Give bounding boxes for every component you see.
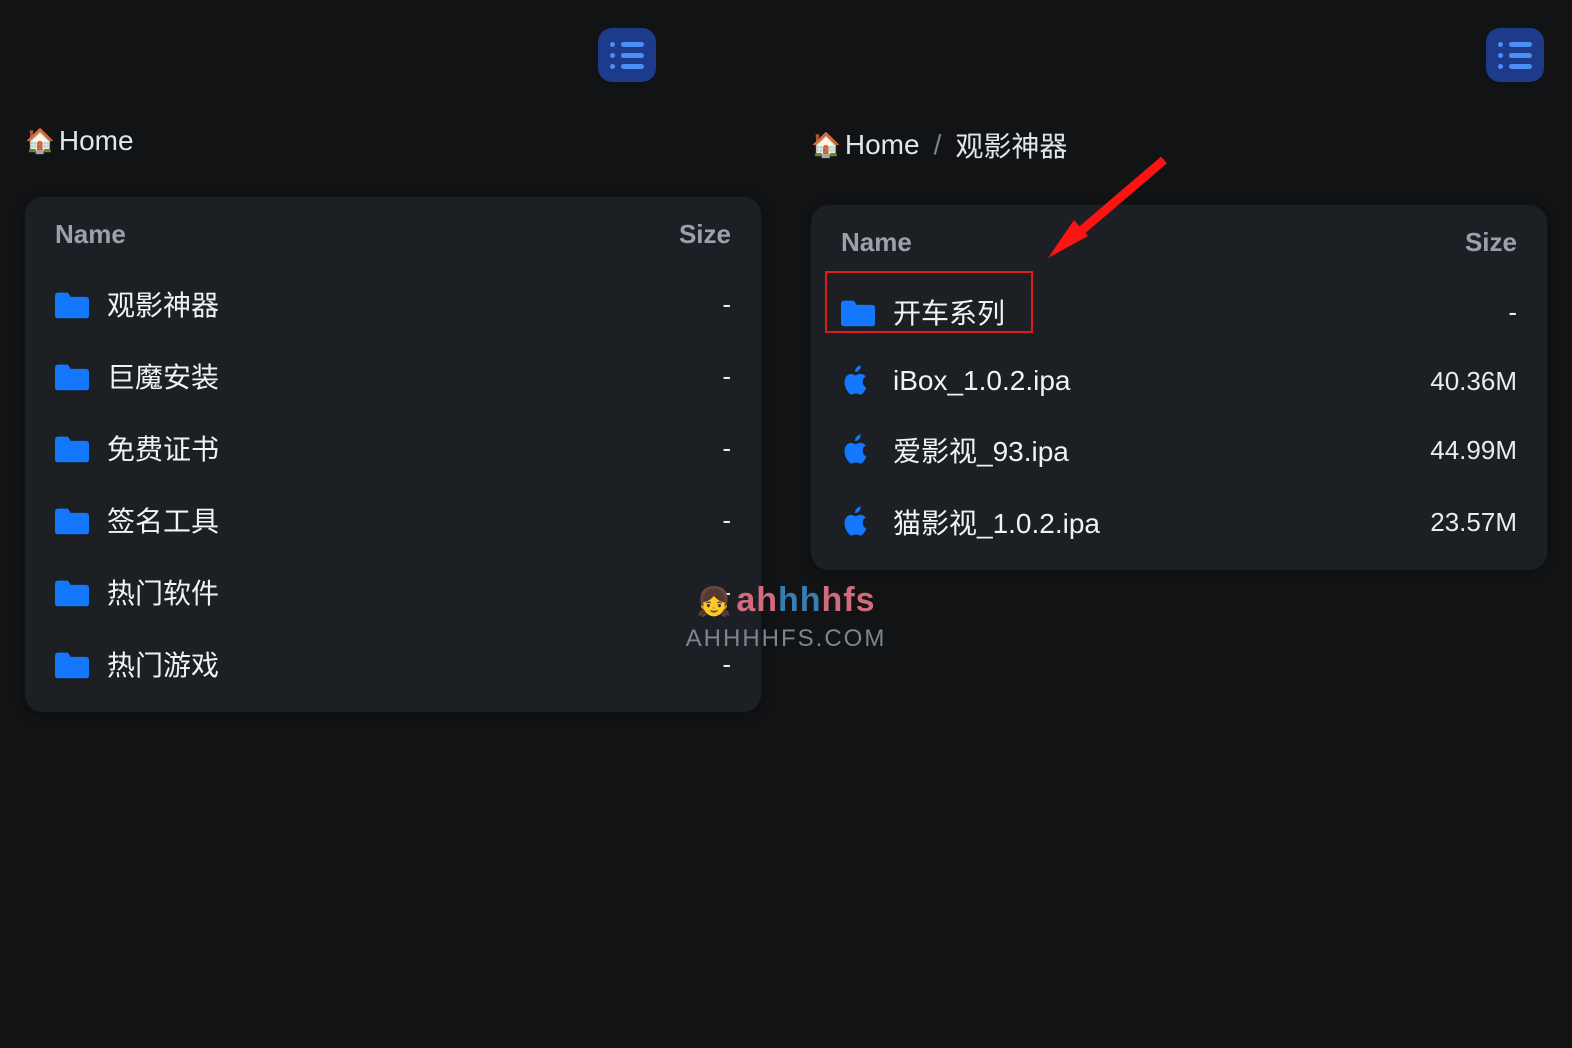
folder-icon [55, 289, 99, 319]
breadcrumb: 🏠Home [25, 125, 761, 157]
breadcrumb-current[interactable]: 观影神器 [955, 125, 1067, 165]
breadcrumb-label: Home [59, 125, 134, 157]
file-name: 热门软件 [99, 572, 722, 612]
list-item[interactable]: 热门游戏 - [47, 628, 739, 700]
apple-icon [841, 433, 885, 467]
breadcrumb-label: Home [845, 129, 920, 161]
breadcrumb-separator: / [934, 129, 942, 161]
page-root: 🏠Home Name Size 观影神器 - 巨魔安装 - 免费证书 - [0, 0, 1572, 1048]
file-size: - [722, 361, 731, 392]
view-list-button[interactable] [1486, 28, 1544, 82]
file-name: iBox_1.0.2.ipa [885, 365, 1430, 397]
folder-icon [55, 649, 99, 679]
file-size: - [722, 505, 731, 536]
file-panel: Name Size 观影神器 - 巨魔安装 - 免费证书 - 签名工具 [25, 197, 761, 712]
breadcrumb: 🏠Home / 观影神器 [811, 125, 1547, 165]
folder-icon [841, 297, 885, 327]
folder-icon [55, 361, 99, 391]
col-size: Size [679, 219, 731, 250]
col-name: Name [841, 227, 912, 258]
breadcrumb-label: 观影神器 [955, 125, 1067, 165]
file-name: 签名工具 [99, 500, 722, 540]
folder-icon [55, 577, 99, 607]
house-icon: 🏠 [25, 127, 55, 156]
folder-icon [55, 433, 99, 463]
list-item[interactable]: 巨魔安装 - [47, 340, 739, 412]
file-size: 23.57M [1430, 507, 1517, 538]
file-name: 巨魔安装 [99, 356, 722, 396]
right-pane: 🏠Home / 观影神器 Name Size 开车系列 - iBox_1.0.2… [786, 0, 1572, 1048]
file-panel: Name Size 开车系列 - iBox_1.0.2.ipa 40.36M 爱… [811, 205, 1547, 570]
file-name: 爱影视_93.ipa [885, 430, 1430, 470]
col-name: Name [55, 219, 126, 250]
file-size: - [722, 289, 731, 320]
list-icon [1498, 42, 1532, 69]
file-size: 44.99M [1430, 435, 1517, 466]
list-item[interactable]: 爱影视_93.ipa 44.99M [833, 414, 1525, 486]
list-item[interactable]: 热门软件 - [47, 556, 739, 628]
file-name: 开车系列 [885, 292, 1508, 332]
file-size: 40.36M [1430, 366, 1517, 397]
breadcrumb-home[interactable]: 🏠Home [811, 129, 920, 161]
file-name: 免费证书 [99, 428, 722, 468]
folder-icon [55, 505, 99, 535]
list-item[interactable]: 开车系列 - [833, 276, 1525, 348]
file-name: 观影神器 [99, 284, 722, 324]
file-size: - [722, 577, 731, 608]
house-icon: 🏠 [811, 131, 841, 160]
list-item[interactable]: 免费证书 - [47, 412, 739, 484]
file-name: 猫影视_1.0.2.ipa [885, 502, 1430, 542]
file-size: - [722, 433, 731, 464]
file-size: - [1508, 297, 1517, 328]
table-header: Name Size [833, 227, 1525, 276]
list-item[interactable]: 观影神器 - [47, 268, 739, 340]
view-list-button[interactable] [598, 28, 656, 82]
apple-icon [841, 505, 885, 539]
col-size: Size [1465, 227, 1517, 258]
list-icon [610, 42, 644, 69]
list-item[interactable]: iBox_1.0.2.ipa 40.36M [833, 348, 1525, 414]
apple-icon [841, 364, 885, 398]
file-name: 热门游戏 [99, 644, 722, 684]
list-item[interactable]: 猫影视_1.0.2.ipa 23.57M [833, 486, 1525, 558]
file-size: - [722, 649, 731, 680]
left-pane: 🏠Home Name Size 观影神器 - 巨魔安装 - 免费证书 - [0, 0, 786, 1048]
table-header: Name Size [47, 219, 739, 268]
breadcrumb-home[interactable]: 🏠Home [25, 125, 134, 157]
list-item[interactable]: 签名工具 - [47, 484, 739, 556]
